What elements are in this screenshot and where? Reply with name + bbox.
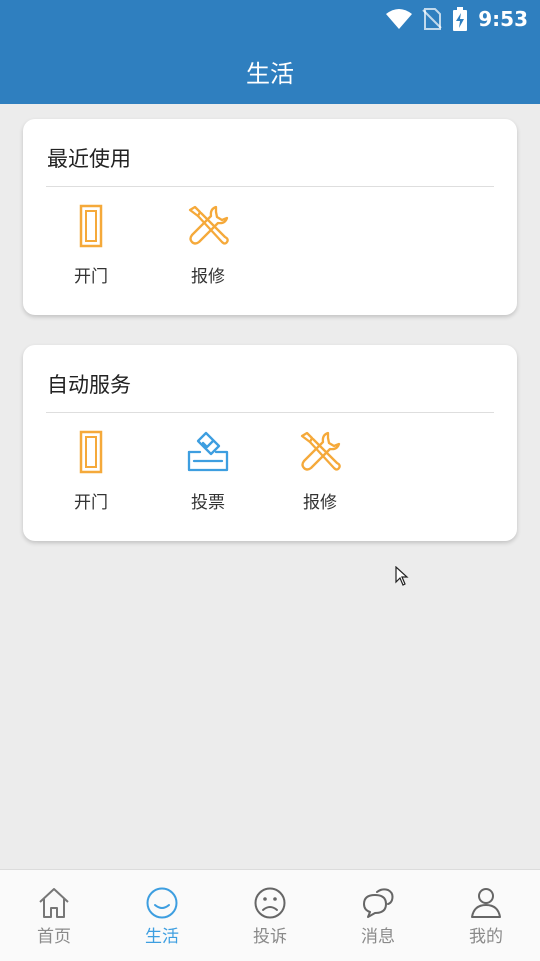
- service-item-open-door[interactable]: 开门: [51, 430, 131, 513]
- item-label: 投票: [191, 493, 225, 513]
- status-bar: 9:53: [0, 0, 540, 38]
- frown-icon: [254, 887, 286, 919]
- recent-item-open-door[interactable]: 开门: [51, 204, 131, 287]
- tab-messages[interactable]: 消息: [324, 870, 432, 961]
- tab-life[interactable]: 生活: [108, 870, 216, 961]
- repair-tools-icon: [188, 205, 229, 245]
- door-icon: [79, 430, 103, 474]
- item-label: 开门: [74, 267, 108, 287]
- recent-card-title: 最近使用: [47, 147, 131, 171]
- no-sim-icon: [422, 8, 442, 30]
- tab-label: 生活: [145, 927, 179, 947]
- mouse-cursor-icon: [395, 566, 409, 586]
- status-time: 9:53: [478, 7, 528, 31]
- item-label: 报修: [191, 267, 225, 287]
- bottom-tab-bar: 首页 生活 投诉 消息 我的: [0, 869, 540, 961]
- tab-home[interactable]: 首页: [0, 870, 108, 961]
- page-title: 生活: [246, 59, 294, 88]
- battery-charging-icon: [453, 7, 468, 31]
- item-label: 开门: [74, 493, 108, 513]
- recent-item-repair[interactable]: 报修: [168, 204, 248, 287]
- title-bar: 生活: [0, 38, 540, 104]
- tab-label: 消息: [361, 927, 395, 947]
- status-icons: 9:53: [386, 6, 528, 32]
- service-item-vote[interactable]: 投票: [168, 430, 248, 513]
- services-card-title: 自动服务: [47, 373, 131, 397]
- tab-complaint[interactable]: 投诉: [216, 870, 324, 961]
- services-card: 自动服务 开门 投票 报修: [23, 345, 517, 541]
- person-icon: [471, 888, 501, 918]
- vote-box-icon: [187, 431, 229, 472]
- home-icon: [39, 888, 69, 918]
- item-label: 报修: [303, 493, 337, 513]
- door-icon: [79, 204, 103, 248]
- tab-label: 投诉: [253, 927, 287, 947]
- wifi-icon: [386, 9, 413, 29]
- divider: [46, 186, 494, 187]
- tab-label: 我的: [469, 927, 503, 947]
- recent-card: 最近使用 开门 报修: [23, 119, 517, 315]
- tab-mine[interactable]: 我的: [432, 870, 540, 961]
- chat-bubbles-icon: [363, 888, 394, 918]
- service-item-repair[interactable]: 报修: [280, 430, 360, 513]
- smile-icon: [146, 887, 178, 919]
- repair-tools-icon: [300, 431, 341, 471]
- tab-label: 首页: [37, 927, 71, 947]
- divider: [46, 412, 494, 413]
